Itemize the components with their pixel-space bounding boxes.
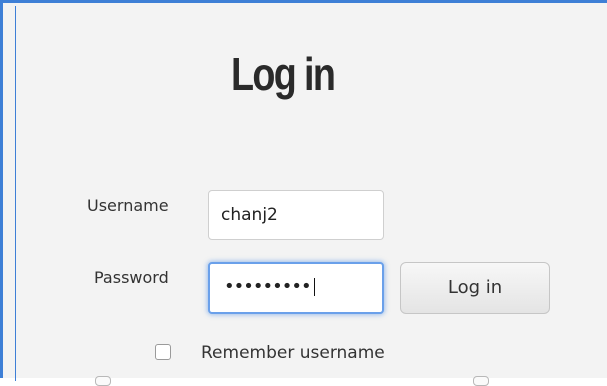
password-field[interactable]: ••••••••• xyxy=(208,262,384,314)
username-field[interactable]: chanj2 xyxy=(208,190,384,240)
text-caret xyxy=(313,278,315,296)
panel-edge xyxy=(15,6,16,381)
remember-username-checkbox[interactable] xyxy=(155,344,171,360)
remember-username-label[interactable]: Remember username xyxy=(201,343,385,363)
password-value: ••••••••• xyxy=(224,276,315,297)
login-button[interactable]: Log in xyxy=(400,262,550,314)
password-label: Password xyxy=(94,268,169,287)
login-panel: Log in Username chanj2 Password ••••••••… xyxy=(0,0,607,386)
username-value: chanj2 xyxy=(221,205,278,225)
page-title: Log in xyxy=(231,48,336,100)
username-label: Username xyxy=(87,196,169,215)
password-masked: ••••••••• xyxy=(224,276,312,297)
